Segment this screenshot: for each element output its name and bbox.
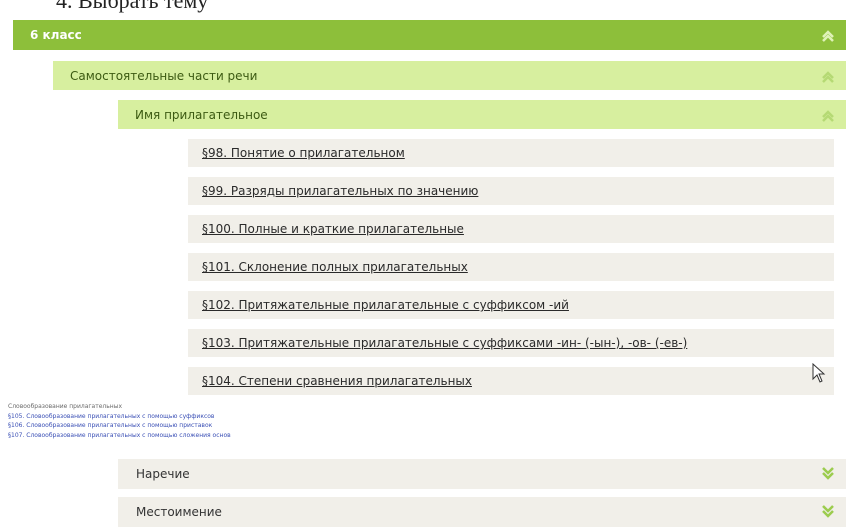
topic-link-label[interactable]: §103. Притяжательные прилагательные с су…: [202, 336, 834, 350]
section-label: Имя прилагательное: [135, 107, 268, 122]
chevron-up-icon[interactable]: [821, 69, 835, 83]
section-independent-parts[interactable]: Самостоятельные части речи: [53, 61, 846, 90]
note-heading: Словообразование прилагательных: [8, 403, 122, 410]
section-label: 6 класс: [30, 28, 82, 42]
step-heading: 4. Выбрать тему: [56, 0, 209, 13]
chevron-down-icon[interactable]: [821, 505, 835, 519]
topic-link-label[interactable]: §104. Степени сравнения прилагательных: [202, 374, 834, 388]
section-label: Местоимение: [136, 505, 222, 519]
section-pronoun[interactable]: Местоимение: [118, 497, 846, 527]
section-adjective[interactable]: Имя прилагательное: [118, 100, 846, 129]
note-link[interactable]: §106. Словообразование прилагательных с …: [8, 421, 231, 431]
topic-link-103[interactable]: §103. Притяжательные прилагательные с су…: [188, 329, 834, 357]
topic-link-104[interactable]: §104. Степени сравнения прилагательных: [188, 367, 834, 395]
section-6-class[interactable]: 6 класс: [13, 20, 846, 50]
topic-link-label[interactable]: §101. Склонение полных прилагательных: [202, 260, 834, 274]
section-adverb[interactable]: Наречие: [118, 459, 846, 489]
topic-link-102[interactable]: §102. Притяжательные прилагательные с су…: [188, 291, 834, 319]
word-formation-note: Словообразование прилагательных §105. Сл…: [8, 402, 231, 440]
topic-link-98[interactable]: §98. Понятие о прилагательном: [188, 139, 834, 167]
section-label: Самостоятельные части речи: [70, 68, 258, 83]
topic-link-label[interactable]: §98. Понятие о прилагательном: [202, 146, 834, 160]
topic-link-100[interactable]: §100. Полные и краткие прилагательные: [188, 215, 834, 243]
chevron-up-icon[interactable]: [821, 28, 835, 42]
chevron-down-icon[interactable]: [821, 467, 835, 481]
topic-link-label[interactable]: §100. Полные и краткие прилагательные: [202, 222, 834, 236]
note-link[interactable]: §105. Словообразование прилагательных с …: [8, 412, 231, 422]
topic-link-label[interactable]: §102. Притяжательные прилагательные с су…: [202, 298, 834, 312]
topic-link-101[interactable]: §101. Склонение полных прилагательных: [188, 253, 834, 281]
note-link[interactable]: §107. Словообразование прилагательных с …: [8, 431, 231, 441]
section-label: Наречие: [136, 467, 190, 481]
topic-link-99[interactable]: §99. Разряды прилагательных по значению: [188, 177, 834, 205]
chevron-up-icon[interactable]: [821, 108, 835, 122]
mouse-cursor-icon: [812, 362, 826, 383]
topic-link-label[interactable]: §99. Разряды прилагательных по значению: [202, 184, 834, 198]
